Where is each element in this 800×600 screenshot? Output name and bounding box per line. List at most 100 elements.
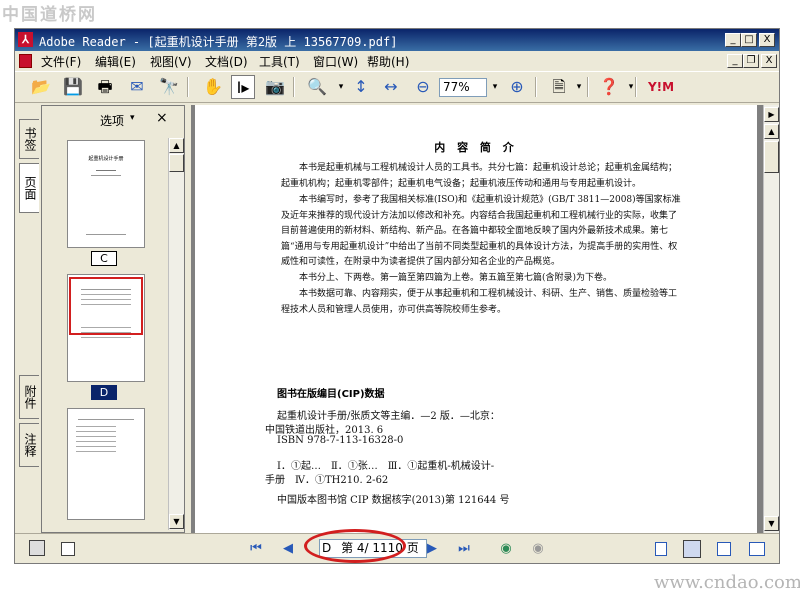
title-bar[interactable]: ⅄ Adobe Reader - [起重机设计手册 第2版 上 13567709… xyxy=(15,29,779,51)
continuous-page-icon[interactable] xyxy=(683,540,701,558)
page-thumbnail-selected[interactable] xyxy=(67,274,145,382)
toolbar-separator xyxy=(587,77,589,97)
minimize-button[interactable]: _ xyxy=(725,33,741,47)
paragraph: 本书分上、下两卷。第一篇至第四篇为上卷。第五篇至第七篇(含附录)为下卷。 xyxy=(299,273,613,283)
scroll-arrow-right-button[interactable]: ▶ xyxy=(764,107,779,122)
panel-close-button[interactable]: × xyxy=(156,110,168,126)
page-heading: 内 容 简 介 xyxy=(434,141,518,154)
toolbar-separator xyxy=(293,77,295,97)
toolbar-separator xyxy=(535,77,537,97)
cip-line: ISBN 978-7-113-16328-0 xyxy=(277,435,404,446)
hand-tool-icon[interactable]: ✋ xyxy=(201,75,225,99)
menu-tools[interactable]: 工具(T) xyxy=(259,53,300,70)
zoom-input[interactable]: 77% xyxy=(439,78,487,97)
watermark-bottom: www.cndao.com xyxy=(654,572,800,593)
menu-help[interactable]: 帮助(H) xyxy=(367,53,409,70)
scroll-thumb[interactable] xyxy=(764,141,779,173)
maximize-button[interactable]: □ xyxy=(741,33,757,47)
save-icon[interactable]: 💾 xyxy=(61,75,85,99)
zoom-in-icon[interactable]: ⊕ xyxy=(505,75,529,99)
paragraph: 本书是起重机械与工程机械设计人员的工具书。共分七篇：起重机设计总论；起重机金属结… xyxy=(281,163,678,189)
open-icon[interactable]: 📂 xyxy=(29,75,53,99)
page-layout-icon[interactable] xyxy=(61,542,75,556)
chevron-down-icon[interactable]: ▾ xyxy=(130,113,135,123)
doc-close-button[interactable]: X xyxy=(761,54,777,68)
cip-line: 中国版本图书馆 CIP 数据核字(2013)第 121644 号 xyxy=(277,495,510,506)
document-scrollbar[interactable]: ▶ ▲ ▼ xyxy=(763,105,779,533)
thumbnail-label: C xyxy=(91,251,117,266)
pages-panel: 选项 ▾ × 起重机设计手册 C D ▲ ▼ xyxy=(41,105,185,533)
scroll-down-button[interactable]: ▼ xyxy=(764,516,779,531)
zoom-dropdown-icon[interactable]: ▾ xyxy=(483,75,507,99)
search-icon[interactable]: 🔭 xyxy=(157,75,181,99)
scroll-up-button[interactable]: ▲ xyxy=(764,124,779,139)
email-icon[interactable]: ✉ xyxy=(125,75,149,99)
menu-view[interactable]: 视图(V) xyxy=(150,53,192,70)
menu-file[interactable]: 文件(F) xyxy=(41,53,81,70)
toolbar-separator xyxy=(635,77,637,97)
print-icon[interactable]: 🖶 xyxy=(93,75,117,99)
screen-icon[interactable] xyxy=(29,540,45,556)
cip-line: Ⅰ．①起… Ⅱ．①张… Ⅲ．①起重机-机械设计- xyxy=(277,461,495,472)
cip-line: 起重机设计手册/张质文等主编．—2 版．—北京： xyxy=(277,411,500,422)
help-icon[interactable]: ❓ xyxy=(597,75,621,99)
zoom-in-tool-icon[interactable]: 🔍 xyxy=(305,75,329,99)
menu-window[interactable]: 窗口(W) xyxy=(313,53,358,70)
tab-pages[interactable]: 页面 xyxy=(19,163,39,213)
pdf-page: 内 容 简 介 本书是起重机械与工程机械设计人员的工具书。共分七篇：起重机设计总… xyxy=(195,105,757,533)
previous-view-button[interactable]: ◉ xyxy=(497,540,515,558)
next-view-button[interactable]: ◉ xyxy=(529,540,547,558)
adobe-reader-window: ⅄ Adobe Reader - [起重机设计手册 第2版 上 13567709… xyxy=(14,28,780,564)
tab-bookmarks[interactable]: 书签 xyxy=(19,119,39,159)
paragraph: 本书数据可靠、内容翔实，便于从事起重机和工程机械设计、科研、生产、销售、质量检验… xyxy=(281,289,678,315)
panel-header: 选项 ▾ × xyxy=(42,106,184,130)
annotation-ellipse xyxy=(304,529,406,563)
last-page-button[interactable]: ⏭ xyxy=(455,540,473,558)
cip-line: 手册 Ⅳ．①TH210. 2-62 xyxy=(265,475,389,486)
continuous-facing-icon[interactable] xyxy=(749,542,765,556)
page-thumbnail[interactable] xyxy=(67,408,145,520)
options-button[interactable]: 选项 xyxy=(100,112,124,129)
adobe-reader-icon: ⅄ xyxy=(18,32,33,47)
toolbar-separator xyxy=(187,77,189,97)
doc-minimize-button[interactable]: _ xyxy=(727,54,743,68)
zoom-out-icon[interactable]: ⊖ xyxy=(411,75,435,99)
thumbnail-title: 起重机设计手册 xyxy=(88,156,124,162)
thumbnail-label-selected: D xyxy=(91,385,117,400)
tab-attachments[interactable]: 附件 xyxy=(19,375,39,419)
cip-line: 中国铁道出版社，2013. 6 xyxy=(265,425,384,436)
chevron-down-icon[interactable]: ▾ xyxy=(619,75,643,99)
facing-pages-icon[interactable] xyxy=(717,542,731,556)
cip-heading: 图书在版编目(CIP)数据 xyxy=(277,389,385,400)
watermark-top: 中国道桥网 xyxy=(2,5,97,25)
doc-restore-button[interactable]: ❐ xyxy=(743,54,759,68)
menu-edit[interactable]: 编辑(E) xyxy=(95,53,136,70)
page-thumbnail[interactable]: 起重机设计手册 xyxy=(67,140,145,248)
select-text-icon[interactable]: I▸ xyxy=(231,75,255,99)
tab-comments[interactable]: 注释 xyxy=(19,423,39,467)
scroll-down-button[interactable]: ▼ xyxy=(169,514,184,529)
scroll-up-button[interactable]: ▲ xyxy=(169,138,184,153)
previous-page-button[interactable]: ◀ xyxy=(279,540,297,558)
thumbnail-scrollbar[interactable]: ▲ ▼ xyxy=(168,138,184,530)
toolbar: 📂 💾 🖶 ✉ 🔭 ✋ I▸ 📷 🔍 ▾ ↕ ↔ ⊖ 77% ▾ ⊕ 🗎 ▾ ❓… xyxy=(15,71,779,103)
window-title: Adobe Reader - [起重机设计手册 第2版 上 13567709.p… xyxy=(39,35,398,49)
screen: 中国道桥网 ⅄ Adobe Reader - [起重机设计手册 第2版 上 13… xyxy=(0,0,800,600)
thumbnail-list: 起重机设计手册 C D xyxy=(45,138,167,523)
first-page-button[interactable]: ⏮ xyxy=(247,540,265,558)
menu-bar: 文件(F) 编辑(E) 视图(V) 文档(D) 工具(T) 窗口(W) 帮助(H… xyxy=(15,51,779,71)
fit-width-icon[interactable]: ↔ xyxy=(379,75,403,99)
single-page-icon[interactable] xyxy=(655,542,667,556)
next-page-button[interactable]: ▶ xyxy=(423,540,441,558)
navigation-tabs: 书签 页面 附件 注释 xyxy=(15,105,41,533)
document-view[interactable]: 内 容 简 介 本书是起重机械与工程机械设计人员的工具书。共分七篇：起重机设计总… xyxy=(191,105,763,533)
view-region-box[interactable] xyxy=(69,277,143,335)
paragraph: 本书编写时，参考了我国相关标准(ISO)和《起重机设计规范》(GB/T 3811… xyxy=(281,195,681,267)
snapshot-icon[interactable]: 📷 xyxy=(263,75,287,99)
document-icon[interactable] xyxy=(19,54,32,68)
menu-document[interactable]: 文档(D) xyxy=(205,53,248,70)
yahoo-icon[interactable]: Y!M xyxy=(643,75,679,99)
close-button[interactable]: X xyxy=(759,33,775,47)
fit-page-icon[interactable]: ↕ xyxy=(349,75,373,99)
scroll-thumb[interactable] xyxy=(169,154,184,172)
